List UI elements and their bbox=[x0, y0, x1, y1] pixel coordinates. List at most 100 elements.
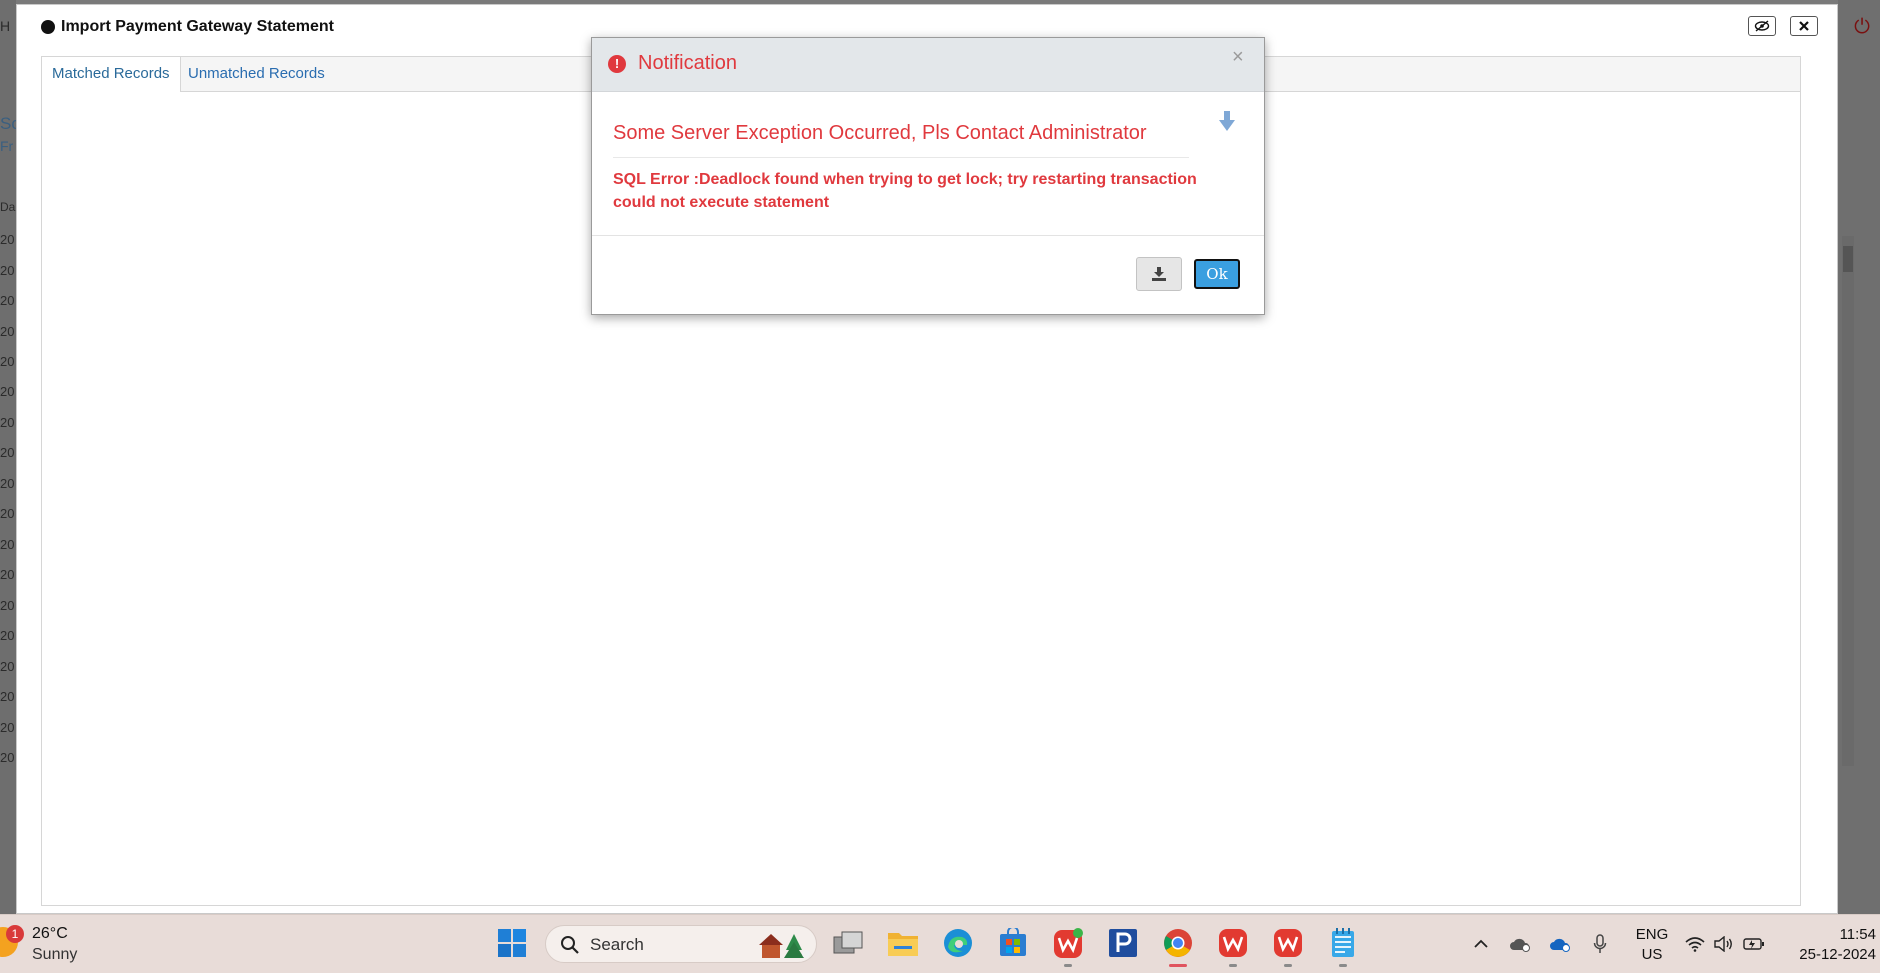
p-app-icon bbox=[1109, 929, 1137, 957]
search-icon bbox=[561, 936, 579, 954]
wps-office-icon bbox=[1219, 929, 1247, 957]
bg-fragment: 20 bbox=[0, 324, 15, 339]
download-button[interactable] bbox=[1136, 257, 1182, 291]
tab-matched-records[interactable]: Matched Records bbox=[42, 57, 181, 92]
close-window-button[interactable] bbox=[1790, 16, 1818, 36]
show-hidden-icons-button[interactable] bbox=[1470, 933, 1492, 955]
onedrive-button[interactable] bbox=[1549, 933, 1571, 955]
download-icon bbox=[1152, 267, 1166, 281]
battery-icon bbox=[1743, 938, 1764, 950]
clock-time: 11:54 bbox=[1839, 926, 1876, 943]
speaker-icon bbox=[1714, 936, 1732, 952]
region-code: US bbox=[1641, 946, 1663, 963]
notepad-icon bbox=[1332, 928, 1354, 957]
bg-fragment: H bbox=[0, 18, 11, 34]
error-message: Some Server Exception Occurred, Pls Cont… bbox=[613, 122, 1147, 144]
task-view-icon bbox=[833, 931, 863, 954]
eye-slash-icon bbox=[1754, 20, 1770, 32]
cloud-status-button[interactable] bbox=[1509, 933, 1531, 955]
running-indicator bbox=[1064, 964, 1072, 967]
taskbar-search[interactable]: Search bbox=[545, 925, 817, 963]
bg-fragment: 20 bbox=[0, 384, 15, 399]
search-placeholder: Search bbox=[590, 935, 644, 954]
task-view-button[interactable] bbox=[830, 925, 866, 961]
close-icon bbox=[1799, 21, 1809, 31]
window-title-text: Import Payment Gateway Statement bbox=[61, 18, 334, 35]
edge-icon bbox=[944, 929, 972, 957]
dialog-title: Notification bbox=[638, 52, 737, 74]
dialog-footer-divider bbox=[592, 235, 1264, 236]
bg-fragment: 20 bbox=[0, 537, 15, 552]
background-scrollbar-thumb bbox=[1843, 246, 1853, 272]
wps-office-icon bbox=[1054, 928, 1083, 958]
windows-start-icon bbox=[498, 929, 526, 957]
bg-fragment: 20 bbox=[0, 232, 15, 247]
window-title: Import Payment Gateway Statement bbox=[41, 15, 334, 39]
file-explorer-button[interactable] bbox=[885, 925, 921, 961]
volume-button[interactable] bbox=[1713, 933, 1735, 955]
bg-fragment: 20 bbox=[0, 354, 15, 369]
microphone-icon bbox=[1593, 934, 1607, 953]
language-code: ENG bbox=[1635, 926, 1669, 943]
cloud-icon bbox=[1510, 938, 1530, 952]
weather-badge: 1 bbox=[6, 925, 24, 943]
notepad-button[interactable] bbox=[1325, 925, 1361, 961]
onedrive-icon bbox=[1550, 938, 1570, 952]
bullet-icon bbox=[41, 20, 55, 34]
weather-condition[interactable]: Sunny bbox=[32, 946, 77, 964]
bg-fragment: 20 bbox=[0, 659, 15, 674]
bg-fragment: Da bbox=[0, 200, 16, 214]
tab-unmatched-records[interactable]: Unmatched Records bbox=[178, 57, 335, 91]
bg-fragment: 20 bbox=[0, 293, 15, 308]
running-indicator bbox=[1284, 964, 1292, 967]
wifi-button[interactable] bbox=[1684, 933, 1706, 955]
taskbar: 1 26°C Sunny Search ENG US 11:54 25-12-2… bbox=[0, 914, 1880, 973]
bg-fragment: 20 bbox=[0, 506, 15, 521]
clock-date: 25-12-2024 bbox=[1799, 946, 1876, 963]
battery-button[interactable] bbox=[1743, 933, 1765, 955]
bg-fragment: 20 bbox=[0, 689, 15, 704]
error-detail-line: SQL Error :Deadlock found when trying to… bbox=[613, 171, 1197, 188]
wifi-icon bbox=[1685, 937, 1705, 952]
arrow-down-icon[interactable] bbox=[1218, 110, 1236, 132]
bg-fragment: 20 bbox=[0, 628, 15, 643]
hide-window-button[interactable] bbox=[1748, 16, 1776, 36]
chevron-up-icon bbox=[1474, 939, 1488, 948]
error-detail: SQL Error :Deadlock found when trying to… bbox=[613, 168, 1203, 214]
error-detail-line: could not execute statement bbox=[613, 194, 830, 211]
bg-fragment: 20 bbox=[0, 476, 15, 491]
background-scrollbar bbox=[1842, 236, 1854, 766]
chrome-icon bbox=[1164, 929, 1192, 957]
running-indicator bbox=[1229, 964, 1237, 967]
bg-fragment: Sc bbox=[0, 114, 16, 133]
wps-office-button[interactable] bbox=[1270, 925, 1306, 961]
background-left-strip: H Sc Fr Da 20 20 20 20 20 20 20 20 20 20… bbox=[0, 0, 16, 914]
wps-office-icon bbox=[1274, 929, 1302, 957]
windows-start-button[interactable] bbox=[494, 925, 530, 961]
ok-button[interactable]: Ok bbox=[1194, 259, 1240, 289]
wps-office-button[interactable] bbox=[1050, 925, 1086, 961]
running-indicator bbox=[1339, 964, 1347, 967]
bg-fragment: 20 bbox=[0, 567, 15, 582]
bg-fragment: 20 bbox=[0, 445, 15, 460]
microphone-button[interactable] bbox=[1589, 933, 1611, 955]
power-icon: ⏻ bbox=[1854, 16, 1870, 38]
bg-fragment: Fr bbox=[0, 138, 14, 154]
notification-dialog: ! Notification × Some Server Exception O… bbox=[591, 37, 1265, 315]
bg-fragment: 20 bbox=[0, 415, 15, 430]
p-app-button[interactable] bbox=[1105, 925, 1141, 961]
edge-button[interactable] bbox=[940, 925, 976, 961]
bg-fragment: 20 bbox=[0, 598, 15, 613]
weather-temperature[interactable]: 26°C bbox=[32, 925, 68, 943]
bg-fragment: 20 bbox=[0, 263, 15, 278]
alert-icon: ! bbox=[608, 55, 626, 73]
bg-fragment: 20 bbox=[0, 750, 15, 765]
wps-office-button[interactable] bbox=[1215, 925, 1251, 961]
system-clock[interactable]: 11:54 25-12-2024 bbox=[1776, 925, 1876, 965]
input-language-indicator[interactable]: ENG US bbox=[1634, 925, 1670, 965]
bg-fragment: 20 bbox=[0, 720, 15, 735]
store-icon bbox=[1000, 928, 1026, 956]
dialog-close-button[interactable]: × bbox=[1232, 46, 1244, 69]
chrome-button[interactable] bbox=[1160, 925, 1196, 961]
store-button[interactable] bbox=[995, 925, 1031, 961]
